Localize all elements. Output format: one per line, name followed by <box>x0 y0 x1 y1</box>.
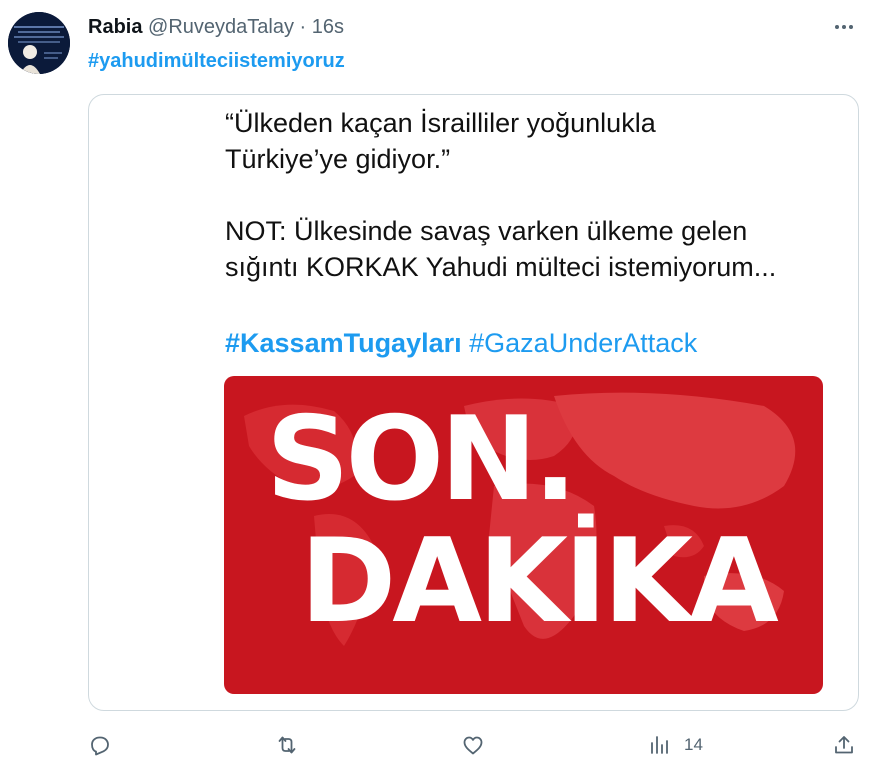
views-count: 14 <box>684 735 703 754</box>
views-icon <box>651 736 668 754</box>
retweet-button[interactable] <box>275 725 299 765</box>
hashtag-kassam[interactable]: #KassamTugayları <box>225 328 462 358</box>
separator-dot: · <box>299 16 307 38</box>
avatar[interactable] <box>8 12 70 74</box>
breaking-news-image[interactable]: SON. DAKİKA <box>224 376 823 694</box>
views-button[interactable]: 14 <box>648 725 703 765</box>
reply-icon <box>91 736 109 756</box>
more-icon <box>835 25 853 29</box>
reply-button[interactable] <box>88 725 112 765</box>
share-button[interactable] <box>832 725 856 765</box>
author-handle[interactable]: @RuveydaTalay <box>148 16 294 38</box>
tweet[interactable]: Rabia @RuveydaTalay · 16s #yahudimülteci… <box>0 0 882 782</box>
tweet-hashtag[interactable]: #yahudimülteciistemiyoruz <box>88 48 345 74</box>
share-icon <box>835 736 853 754</box>
banner-headline-line-1: SON. <box>266 392 577 527</box>
heart-icon <box>463 736 483 755</box>
hashtag-gaza[interactable]: #GazaUnderAttack <box>469 328 697 358</box>
more-button[interactable] <box>828 14 860 40</box>
tweet-header: Rabia @RuveydaTalay · 16s <box>88 14 344 40</box>
quoted-text: “Ülkeden kaçan İsrailliler yoğunlukla Tü… <box>225 108 777 282</box>
tweet-actions: 14 <box>0 725 882 765</box>
quoted-hashtags: #KassamTugayları #GazaUnderAttack <box>225 325 697 361</box>
retweet-icon <box>278 736 296 754</box>
banner-headline-line-2: DAKİKA <box>300 514 779 649</box>
avatar-image <box>8 12 70 74</box>
quoted-media-card[interactable]: “Ülkeden kaçan İsrailliler yoğunlukla Tü… <box>88 94 859 711</box>
author-name[interactable]: Rabia <box>88 16 142 38</box>
tweet-time[interactable]: 16s <box>312 16 344 38</box>
like-button[interactable] <box>461 725 485 765</box>
